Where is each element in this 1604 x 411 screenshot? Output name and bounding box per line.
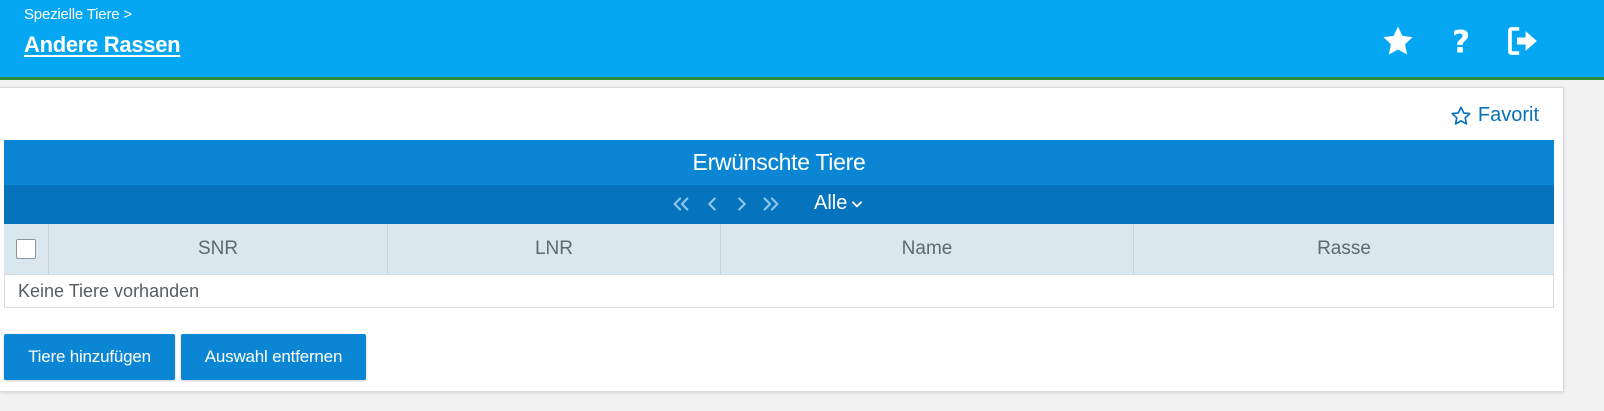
empty-message: Keine Tiere vorhanden: [4, 275, 1554, 308]
table-header: SNR LNR Name Rasse: [4, 224, 1554, 275]
help-icon[interactable]: ?: [1444, 24, 1478, 58]
animals-grid: Erwünschte Tiere Alle SNR LNR Name Rasse…: [4, 140, 1554, 308]
select-all-checkbox[interactable]: [16, 239, 36, 259]
favorite-label: Favorit: [1477, 104, 1539, 126]
content-panel: Favorit Erwünschte Tiere Alle SNR LNR Na…: [0, 87, 1564, 392]
chevron-right-icon[interactable]: [731, 193, 753, 215]
double-chevron-left-icon[interactable]: [670, 193, 692, 215]
select-all-cell: [4, 224, 49, 274]
page-size-value: Alle: [814, 192, 848, 214]
chevron-down-icon: [852, 200, 863, 207]
grid-title: Erwünschte Tiere: [4, 140, 1554, 185]
top-bar: Spezielle Tiere > Andere Rassen ?: [0, 0, 1604, 80]
add-animals-button[interactable]: Tiere hinzufügen: [4, 334, 175, 380]
star-icon[interactable]: [1381, 24, 1415, 58]
column-header-lnr[interactable]: LNR: [388, 224, 721, 274]
star-outline-icon: [1451, 105, 1471, 125]
page-title[interactable]: Andere Rassen: [24, 32, 181, 58]
svg-text:?: ?: [1452, 24, 1470, 58]
column-header-rasse[interactable]: Rasse: [1134, 224, 1554, 274]
remove-selection-button[interactable]: Auswahl entfernen: [181, 334, 366, 380]
page-size-select[interactable]: Alle: [814, 192, 864, 215]
breadcrumb[interactable]: Spezielle Tiere >: [24, 6, 132, 23]
column-header-name[interactable]: Name: [721, 224, 1134, 274]
pager: Alle: [4, 185, 1554, 224]
chevron-left-icon[interactable]: [701, 193, 723, 215]
column-header-snr[interactable]: SNR: [49, 224, 388, 274]
favorite-button[interactable]: Favorit: [1450, 104, 1539, 127]
logout-icon[interactable]: [1505, 24, 1539, 58]
double-chevron-right-icon[interactable]: [760, 193, 782, 215]
